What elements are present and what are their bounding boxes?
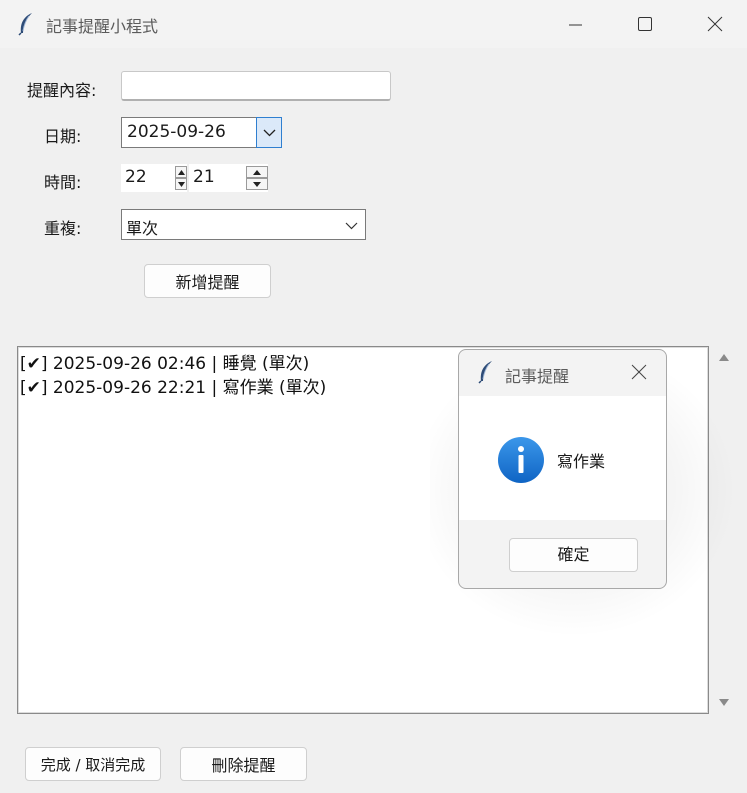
info-icon (498, 437, 544, 483)
repeat-select[interactable]: 單次 (121, 209, 366, 240)
minute-value: 21 (193, 167, 215, 187)
add-reminder-button[interactable]: 新增提醒 (144, 264, 271, 298)
hour-spinbox[interactable]: 22 (121, 164, 187, 192)
hour-value: 22 (125, 167, 147, 187)
arrow-down-icon (253, 182, 261, 187)
minute-up-button[interactable] (246, 166, 268, 178)
close-button[interactable] (680, 0, 747, 48)
scroll-down-icon[interactable] (718, 698, 730, 708)
time-label: 時間: (44, 173, 82, 192)
list-item[interactable]: [✔] 2025-09-26 02:46 | 睡覺 (單次) (20, 349, 309, 374)
ok-button[interactable]: 確定 (509, 538, 638, 572)
date-field[interactable]: 2025-09-26 (121, 117, 257, 148)
content-label: 提醒內容: (27, 81, 97, 100)
maximize-icon (638, 17, 652, 31)
date-label: 日期: (44, 127, 82, 146)
toggle-complete-button[interactable]: 完成 / 取消完成 (25, 747, 161, 781)
minute-down-button[interactable] (246, 178, 268, 190)
reminder-dialog: 記事提醒 寫作業 確定 (458, 349, 667, 589)
delete-reminder-button[interactable]: 刪除提醒 (180, 747, 307, 781)
feather-icon (17, 12, 35, 36)
arrow-up-icon (178, 170, 185, 175)
hour-down-button[interactable] (175, 178, 187, 190)
chevron-down-icon (345, 222, 358, 230)
chevron-down-icon (263, 129, 276, 137)
repeat-label: 重複: (44, 219, 82, 238)
title-bar: 記事提醒小程式 (0, 0, 747, 48)
arrow-down-icon (178, 182, 185, 187)
close-icon[interactable] (631, 364, 647, 380)
window-title: 記事提醒小程式 (46, 17, 159, 36)
list-item[interactable]: [✔] 2025-09-26 22:21 | 寫作業 (單次) (20, 373, 326, 398)
close-icon (707, 16, 723, 32)
repeat-value: 單次 (126, 219, 159, 238)
feather-icon (478, 361, 492, 384)
minimize-button[interactable] (540, 0, 610, 48)
dialog-title: 記事提醒 (505, 367, 570, 386)
maximize-button[interactable] (610, 0, 680, 48)
minimize-icon (569, 24, 582, 26)
dialog-message: 寫作業 (557, 452, 606, 471)
minute-spinbox[interactable]: 21 (189, 164, 268, 192)
arrow-up-icon (253, 170, 261, 175)
hour-up-button[interactable] (175, 166, 187, 178)
dialog-body: 寫作業 (459, 396, 666, 520)
date-value: 2025-09-26 (127, 122, 226, 142)
content-input[interactable] (121, 71, 391, 101)
date-picker-button[interactable] (256, 117, 282, 148)
